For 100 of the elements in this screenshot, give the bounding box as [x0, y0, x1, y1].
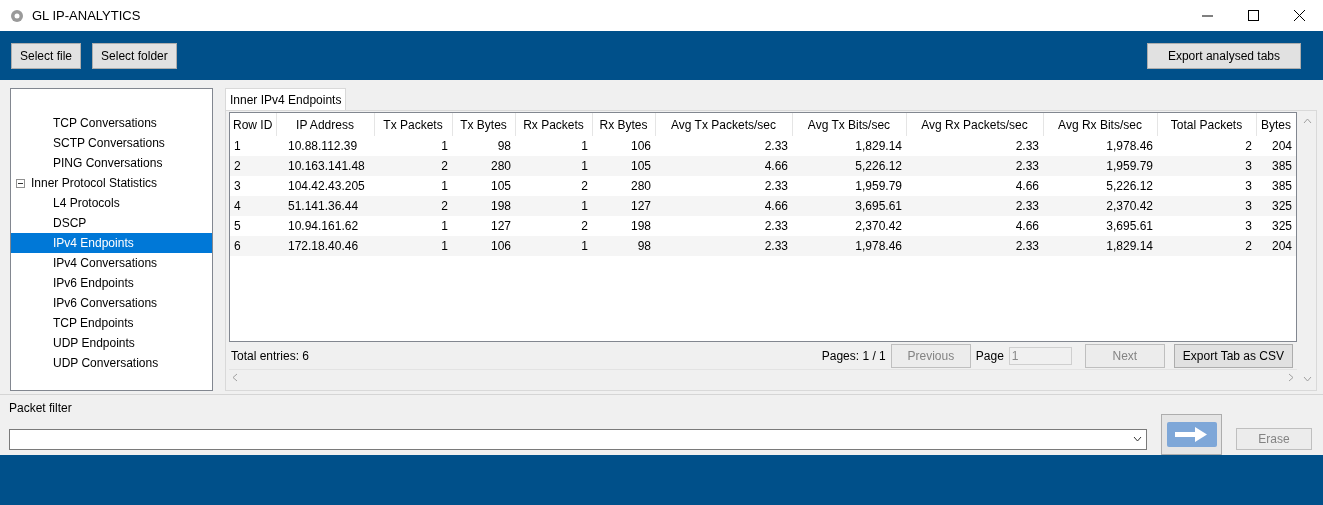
- table-cell: 98: [592, 236, 655, 256]
- table-cell: 105: [452, 176, 515, 196]
- table-cell: 325: [1256, 216, 1296, 236]
- table-cell: 10.94.161.62: [276, 216, 374, 236]
- column-header[interactable]: Row ID: [230, 113, 276, 136]
- tree-item[interactable]: IPv4 Endpoints: [11, 233, 212, 253]
- tree-item[interactable]: IPv6 Conversations: [11, 293, 212, 313]
- table-cell: 2,370.42: [792, 216, 906, 236]
- table-cell: 1: [374, 176, 452, 196]
- table-cell: 1: [374, 216, 452, 236]
- column-header[interactable]: Tx Bytes: [452, 113, 515, 136]
- scroll-up-icon[interactable]: [1302, 118, 1312, 124]
- table-cell: 1: [515, 236, 592, 256]
- tree-item[interactable]: L4 Protocols: [11, 193, 212, 213]
- table-cell: 1,829.14: [1043, 236, 1157, 256]
- tab[interactable]: Inner IPv4 Endpoints: [225, 88, 347, 110]
- column-header[interactable]: Rx Bytes: [592, 113, 655, 136]
- apply-filter-button[interactable]: [1161, 414, 1222, 455]
- toolbar-button[interactable]: Select file: [11, 42, 82, 69]
- toolbar-button[interactable]: Select folder: [92, 42, 177, 69]
- table-cell: 2: [374, 196, 452, 216]
- table-cell: 3,695.61: [1043, 216, 1157, 236]
- table-cell: 1,959.79: [792, 176, 906, 196]
- column-header[interactable]: IP Address: [276, 113, 374, 136]
- table-cell: 3: [1157, 196, 1256, 216]
- column-header[interactable]: Total Packets: [1157, 113, 1256, 136]
- table-cell: 1,978.46: [792, 236, 906, 256]
- scroll-right-icon[interactable]: [1288, 373, 1294, 382]
- table-cell: 3: [1157, 156, 1256, 176]
- total-entries-label: Total entries: 6: [231, 347, 310, 365]
- table-cell: 172.18.40.46: [276, 236, 374, 256]
- packet-filter-label: Packet filter: [9, 400, 73, 417]
- table-cell: 4.66: [655, 156, 792, 176]
- column-header[interactable]: Bytes: [1256, 113, 1296, 136]
- tree-item[interactable]: PING Conversations: [11, 153, 212, 173]
- table-cell: 1: [374, 136, 452, 156]
- export-button[interactable]: Export analysed tabs: [1146, 42, 1301, 69]
- tree-item[interactable]: TCP Endpoints: [11, 313, 212, 333]
- table-cell: 280: [452, 156, 515, 176]
- table-cell: 1: [515, 196, 592, 216]
- packet-filter-field[interactable]: [9, 428, 1147, 450]
- table-cell: 4.66: [655, 196, 792, 216]
- table-cell: 2: [515, 216, 592, 236]
- column-header[interactable]: Avg Tx Packets/sec: [655, 113, 792, 136]
- column-header[interactable]: Tx Packets: [374, 113, 452, 136]
- table-cell: 1: [515, 156, 592, 176]
- table-cell: 204: [1256, 136, 1296, 156]
- table-cell: 127: [452, 216, 515, 236]
- table-cell: 5: [230, 216, 276, 236]
- column-header[interactable]: Avg Rx Bits/sec: [1043, 113, 1157, 136]
- tree-item[interactable]: IPv6 Endpoints: [11, 273, 212, 293]
- table-cell: 98: [452, 136, 515, 156]
- table-cell: 2: [374, 156, 452, 176]
- tree-item[interactable]: DSCP: [11, 213, 212, 233]
- collapse-icon[interactable]: [16, 178, 25, 188]
- tree-item[interactable]: SCTP Conversations: [11, 133, 212, 153]
- table-cell: 2: [1157, 136, 1256, 156]
- table-cell: 2,370.42: [1043, 196, 1157, 216]
- table-cell: 4.66: [906, 216, 1043, 236]
- table-cell: 2: [1157, 236, 1256, 256]
- table-cell: 1,978.46: [1043, 136, 1157, 156]
- table-cell: 385: [1256, 176, 1296, 196]
- table-cell: 204: [1256, 236, 1296, 256]
- table-cell: 2.33: [906, 156, 1043, 176]
- table-cell: 2.33: [655, 136, 792, 156]
- table-cell: 106: [592, 136, 655, 156]
- table-cell: 2.33: [655, 236, 792, 256]
- column-header[interactable]: Rx Packets: [515, 113, 592, 136]
- table-cell: 106: [452, 236, 515, 256]
- table-cell: 1: [230, 136, 276, 156]
- table-cell: 51.141.36.44: [276, 196, 374, 216]
- tree-item[interactable]: UDP Endpoints: [11, 333, 212, 353]
- table-cell: 1,959.79: [1043, 156, 1157, 176]
- arrow-right-icon: [1166, 422, 1217, 447]
- table-cell: 3,695.61: [792, 196, 906, 216]
- scroll-down-icon[interactable]: [1302, 376, 1312, 382]
- table-cell: 5,226.12: [792, 156, 906, 176]
- table-cell: 2.33: [655, 176, 792, 196]
- table-cell: 10.163.141.48: [276, 156, 374, 176]
- table-cell: 105: [592, 156, 655, 176]
- tree-item[interactable]: UDP Conversations: [11, 353, 212, 373]
- table-cell: 2.33: [906, 236, 1043, 256]
- column-header[interactable]: Avg Tx Bits/sec: [792, 113, 906, 136]
- export-csv-button[interactable]: Export Tab as CSV: [1173, 343, 1293, 368]
- pages-label: Pages: 1 / 1: [821, 347, 886, 365]
- table-cell: 4.66: [906, 176, 1043, 196]
- table-cell: 325: [1256, 196, 1296, 216]
- tree-item[interactable]: Inner Protocol Statistics: [31, 173, 158, 193]
- table-cell: 10.88.112.39: [276, 136, 374, 156]
- table-cell: 127: [592, 196, 655, 216]
- tree-item[interactable]: IPv4 Conversations: [11, 253, 212, 273]
- window-title: GL IP-ANALYTICS: [32, 6, 141, 25]
- table-cell: 198: [592, 216, 655, 236]
- tree-item[interactable]: TCP Conversations: [11, 113, 212, 133]
- table-cell: 280: [592, 176, 655, 196]
- table-cell: 385: [1256, 156, 1296, 176]
- column-header[interactable]: Avg Rx Packets/sec: [906, 113, 1043, 136]
- table-cell: 2.33: [906, 196, 1043, 216]
- dropdown-caret-icon[interactable]: [1133, 436, 1142, 442]
- scroll-left-icon[interactable]: [232, 373, 238, 382]
